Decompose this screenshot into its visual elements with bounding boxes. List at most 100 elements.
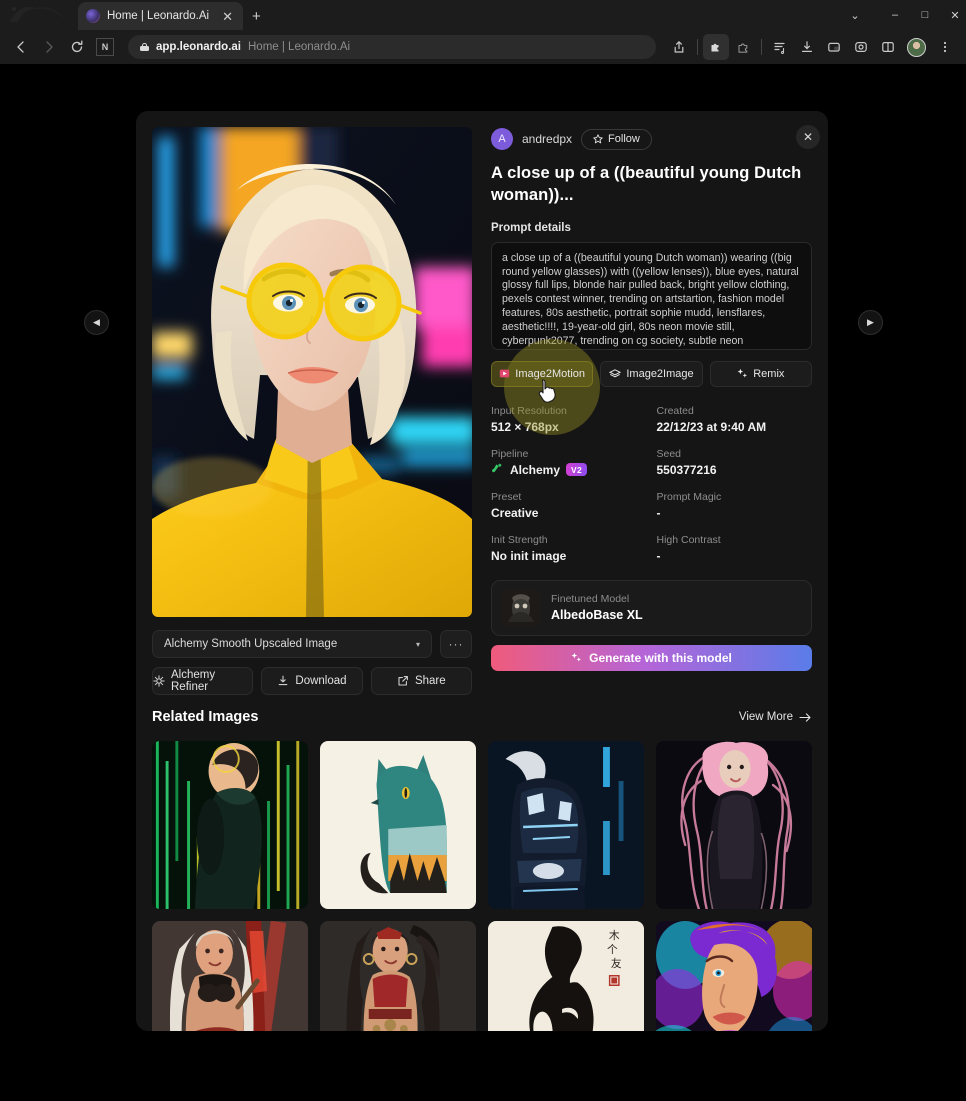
page-content: ◀ ▶ Alchemy Smooth Upscaled Image ▾ ··· … xyxy=(0,64,966,1101)
sparkles-icon xyxy=(737,368,748,378)
share-icon[interactable] xyxy=(666,34,692,60)
new-tab-button[interactable]: + xyxy=(252,9,261,24)
browser-tab[interactable]: Home | Leonardo.Ai ✕ xyxy=(78,2,243,30)
address-bar[interactable]: app.leonardo.ai Home | Leonardo.Ai xyxy=(128,35,656,59)
window-brand-watermark xyxy=(10,6,66,22)
pipeline-version-badge: V2 xyxy=(566,463,588,477)
toolbar-divider xyxy=(697,39,698,55)
view-more-link[interactable]: View More xyxy=(739,711,812,723)
back-icon[interactable] xyxy=(8,34,34,60)
close-modal-button[interactable]: ✕ xyxy=(796,125,820,149)
remix-label: Remix xyxy=(753,367,785,380)
author-name[interactable]: andredpx xyxy=(522,132,572,146)
generate-with-model-button[interactable]: Generate with this model xyxy=(491,644,812,671)
meta-value: - xyxy=(656,505,661,520)
url-host: app.leonardo.ai xyxy=(156,41,241,53)
related-image-5[interactable] xyxy=(152,921,308,1031)
prompt-box[interactable]: a close up of a ((beautiful young Dutch … xyxy=(491,241,812,350)
meta-high-contrast: High Contrast - xyxy=(657,534,813,563)
related-image-3[interactable] xyxy=(488,741,644,909)
related-image-4[interactable] xyxy=(656,741,812,909)
next-image-button[interactable]: ▶ xyxy=(858,310,883,335)
alchemy-refiner-button[interactable]: Alchemy Refiner xyxy=(152,667,254,695)
page-title: A close up of a ((beautiful young Dutch … xyxy=(491,164,802,204)
chevron-down-icon: ▾ xyxy=(415,639,420,649)
hero-image[interactable] xyxy=(152,127,472,617)
image2image-button[interactable]: Image2Image xyxy=(600,360,703,387)
follow-button[interactable]: Follow xyxy=(581,128,652,150)
image-variant-value: Alchemy Smooth Upscaled Image xyxy=(164,638,338,650)
extensions-icon[interactable] xyxy=(703,34,729,60)
transform-actions-row: Image2Motion Image2Image Remix xyxy=(491,338,812,435)
meta-prompt-magic: Prompt Magic - xyxy=(657,491,813,520)
sparkles-icon xyxy=(571,652,582,662)
chevron-down-icon[interactable]: ⌄ xyxy=(840,0,870,30)
image-detail-modal: Alchemy Smooth Upscaled Image ▾ ··· Alch… xyxy=(136,111,828,1031)
variant-select-row: Alchemy Smooth Upscaled Image ▾ ··· xyxy=(152,630,472,658)
forward-icon xyxy=(36,34,62,60)
layers-icon xyxy=(609,368,622,377)
related-image-8[interactable] xyxy=(656,921,812,1031)
browser-window: Home | Leonardo.Ai ✕ + ⌄ – □ ✕ N app.leo… xyxy=(0,0,966,1101)
motion-icon xyxy=(500,369,510,378)
meta-init-strength: Init Strength No init image xyxy=(491,534,647,563)
prompt-details-label: Prompt details xyxy=(491,221,571,234)
related-header: Related Images View More xyxy=(152,704,812,730)
browser-toolbar: N app.leonardo.ai Home | Leonardo.Ai xyxy=(0,30,966,64)
related-image-1[interactable] xyxy=(152,741,308,909)
related-image-6[interactable] xyxy=(320,921,476,1031)
finetuned-model-card[interactable]: Finetuned Model AlbedoBase XL xyxy=(491,579,812,636)
meta-value: - xyxy=(656,548,661,563)
leonardo-favicon xyxy=(86,9,100,23)
more-menu-icon[interactable] xyxy=(932,34,958,60)
pipeline-name: Alchemy xyxy=(510,462,561,477)
image-column: Alchemy Smooth Upscaled Image ▾ ··· Alch… xyxy=(152,127,472,695)
meta-value: 22/12/23 at 9:40 AM xyxy=(656,419,767,434)
share-label: Share xyxy=(414,675,446,687)
close-icon[interactable]: ✕ xyxy=(220,10,235,23)
svg-text:个: 个 xyxy=(607,943,618,956)
related-image-2[interactable] xyxy=(320,741,476,909)
puzzle-icon[interactable] xyxy=(730,34,756,60)
alchemy-flask-icon xyxy=(492,463,502,473)
image-variant-select[interactable]: Alchemy Smooth Upscaled Image ▾ xyxy=(152,630,432,658)
notion-icon[interactable]: N xyxy=(92,34,118,60)
downloads-icon[interactable] xyxy=(794,34,820,60)
previous-image-button[interactable]: ◀ xyxy=(84,310,109,335)
alchemy-refiner-icon xyxy=(153,675,165,687)
maximize-button[interactable]: □ xyxy=(910,0,940,30)
alchemy-refiner-label: Alchemy Refiner xyxy=(171,669,216,693)
remix-button[interactable]: Remix xyxy=(709,360,812,387)
svg-text:友: 友 xyxy=(611,956,622,970)
meta-value: Creative xyxy=(491,505,539,520)
related-images-section: Related Images View More 木 个 友 xyxy=(136,704,828,1031)
model-thumbnail xyxy=(502,588,540,627)
meta-preset: Preset Creative xyxy=(491,491,647,520)
svg-text:木: 木 xyxy=(609,929,620,942)
split-view-icon[interactable] xyxy=(875,34,901,60)
view-more-label: View More xyxy=(738,711,793,723)
reload-icon[interactable] xyxy=(64,34,90,60)
prompt-text: a close up of a ((beautiful young Dutch … xyxy=(502,251,799,348)
meta-key: Created xyxy=(656,404,694,417)
author-row: A andredpx Follow ✕ xyxy=(491,125,820,151)
follow-label: Follow xyxy=(608,133,640,145)
detail-section: Alchemy Smooth Upscaled Image ▾ ··· Alch… xyxy=(136,111,828,695)
image-actions-row: Alchemy Refiner Download Share xyxy=(152,667,472,695)
reading-list-icon[interactable] xyxy=(767,34,793,60)
picture-in-picture-icon[interactable] xyxy=(821,34,847,60)
avatar[interactable]: A xyxy=(491,128,513,150)
model-label: Finetuned Model xyxy=(551,593,630,606)
profile-avatar[interactable] xyxy=(907,37,926,57)
tab-title: Home | Leonardo.Ai xyxy=(107,10,210,22)
screenshot-icon[interactable] xyxy=(848,34,874,60)
arrow-right-icon xyxy=(799,712,811,722)
minimize-button[interactable]: – xyxy=(880,0,910,30)
browser-titlebar: Home | Leonardo.Ai ✕ + ⌄ – □ ✕ xyxy=(0,0,966,30)
more-options-button[interactable]: ··· xyxy=(440,630,472,658)
meta-seed: Seed 550377216 xyxy=(657,448,813,477)
share-button[interactable]: Share xyxy=(370,667,472,695)
window-close-button[interactable]: ✕ xyxy=(940,0,966,30)
related-image-7[interactable]: 木个友 xyxy=(488,921,644,1031)
download-button[interactable]: Download xyxy=(261,667,363,695)
